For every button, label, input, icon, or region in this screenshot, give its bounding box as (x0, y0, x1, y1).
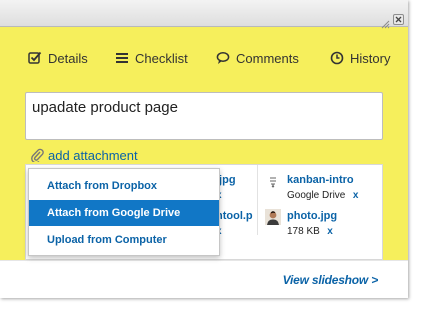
remove-attachment-button[interactable]: x (327, 226, 333, 237)
attachment-meta: 178 KB (287, 226, 320, 237)
paperclip-icon (31, 148, 44, 164)
column-divider (257, 165, 258, 235)
tab-details[interactable]: Details (28, 46, 88, 70)
close-icon[interactable] (393, 14, 404, 25)
view-slideshow-link[interactable]: View slideshow > (283, 273, 379, 287)
speech-bubble-icon (216, 51, 230, 65)
resize-grip-icon[interactable] (381, 16, 390, 29)
card-footer: View slideshow > (0, 260, 408, 298)
clock-icon (330, 51, 344, 65)
attachment-meta: Google Drive (287, 190, 346, 201)
attach-source-menu: Attach from Dropbox Attach from Google D… (28, 168, 220, 256)
tab-comments[interactable]: Comments (216, 46, 299, 70)
photo-thumbnail[interactable] (265, 209, 281, 225)
card-title-value: upadate product page (32, 99, 178, 116)
file-type-icon (269, 175, 277, 188)
tab-checklist[interactable]: Checklist (115, 46, 188, 70)
add-attachment-link[interactable]: add attachment (31, 146, 138, 164)
attachment-item-meta: Google Drive x (287, 185, 358, 203)
tab-label: Comments (236, 50, 299, 66)
list-lines-icon (115, 51, 129, 65)
remove-attachment-button[interactable]: x (353, 190, 359, 201)
tab-history[interactable]: History (330, 46, 390, 70)
tab-label: Checklist (135, 50, 188, 66)
menu-item-dropbox[interactable]: Attach from Dropbox (29, 173, 219, 199)
tab-label: History (350, 50, 391, 66)
tab-label: Details (48, 50, 88, 66)
window-titlebar (0, 0, 408, 29)
add-attachment-label: add attachment (48, 147, 138, 163)
menu-item-google-drive[interactable]: Attach from Google Drive (29, 200, 219, 226)
card-window: Details Checklist Comments History upada… (0, 0, 408, 298)
checkbox-check-icon (28, 51, 42, 65)
card-title-input[interactable]: upadate product page (25, 92, 383, 140)
menu-item-upload-computer[interactable]: Upload from Computer (29, 227, 219, 253)
attachment-item-meta: 178 KB x (287, 221, 333, 239)
card-tabs: Details Checklist Comments History (0, 46, 408, 70)
